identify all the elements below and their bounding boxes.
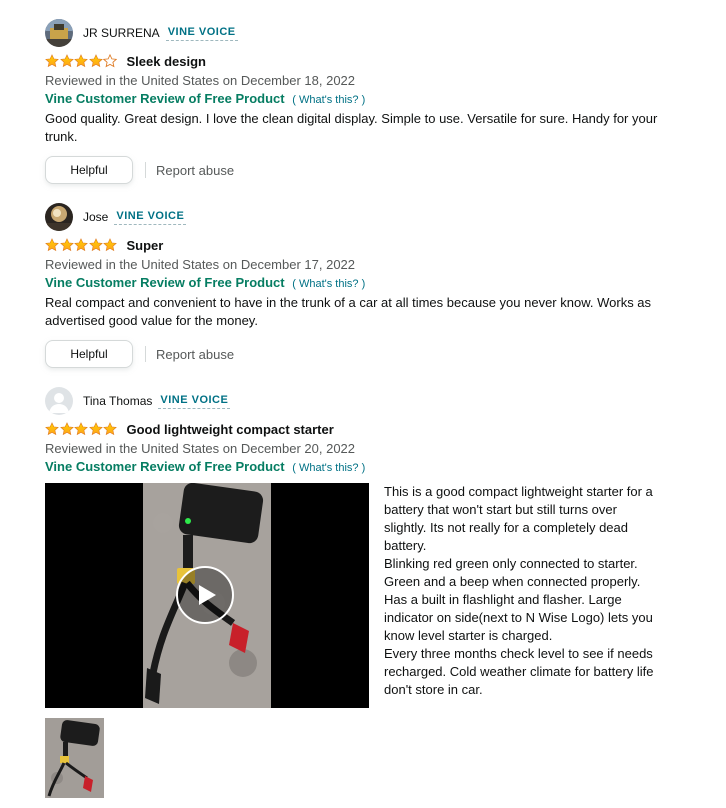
review-body: Good quality. Great design. I love the c…: [45, 111, 658, 144]
star-icon: [60, 422, 74, 436]
vine-voice-badge[interactable]: VINE VOICE: [114, 209, 187, 225]
play-icon[interactable]: [175, 565, 235, 625]
star-icon: [89, 422, 103, 436]
reviewer-profile[interactable]: JR SURRENA VINE VOICE: [45, 19, 685, 47]
review-video[interactable]: [45, 483, 369, 708]
star-icon: [45, 54, 59, 68]
avatar[interactable]: [45, 19, 73, 47]
review-1: JR SURRENA VINE VOICE Sleek design Revie…: [45, 19, 685, 184]
star-icon: [89, 54, 103, 68]
vine-review-label: Vine Customer Review of Free Product: [45, 459, 285, 474]
profile-name[interactable]: JR SURRENA: [83, 26, 160, 40]
review-2: Jose VINE VOICE Super Reviewed in the Un…: [45, 203, 685, 368]
vine-voice-badge[interactable]: VINE VOICE: [158, 393, 231, 409]
vine-voice-badge[interactable]: VINE VOICE: [165, 25, 238, 41]
review-paragraph: Blinking red green only connected to sta…: [384, 556, 653, 643]
review-3: Tina Thomas VINE VOICE Good lightweight …: [45, 387, 685, 708]
profile-name[interactable]: Tina Thomas: [83, 394, 152, 408]
star-icon: [60, 54, 74, 68]
star-icon: [89, 238, 103, 252]
whats-this-link[interactable]: ( What's this? ): [292, 278, 365, 290]
star-icon: [103, 422, 117, 436]
review-date: Reviewed in the United States on Decembe…: [45, 73, 356, 88]
helpful-button[interactable]: Helpful: [45, 340, 133, 368]
helpful-button[interactable]: Helpful: [45, 156, 133, 184]
review-title[interactable]: Good lightweight compact starter: [127, 422, 334, 437]
report-abuse-link[interactable]: Report abuse: [156, 347, 234, 362]
star-icon: [74, 238, 88, 252]
review-title[interactable]: Super: [127, 238, 164, 253]
divider: [145, 162, 146, 178]
whats-this-link[interactable]: ( What's this? ): [292, 94, 365, 106]
star-rating[interactable]: [45, 422, 118, 436]
review-body: Real compact and convenient to have in t…: [45, 295, 652, 328]
review-date: Reviewed in the United States on Decembe…: [45, 257, 356, 272]
vine-review-label: Vine Customer Review of Free Product: [45, 275, 285, 290]
star-icon: [74, 422, 88, 436]
review-paragraph: This is a good compact lightweight start…: [384, 484, 653, 553]
empty-star-icon: [103, 54, 117, 68]
star-icon: [60, 238, 74, 252]
star-icon: [45, 238, 59, 252]
profile-name[interactable]: Jose: [83, 210, 108, 224]
star-icon: [45, 422, 59, 436]
review-body: This is a good compact lightweight start…: [384, 483, 659, 708]
vine-review-label: Vine Customer Review of Free Product: [45, 91, 285, 106]
star-rating[interactable]: [45, 54, 118, 68]
review-image-thumbnail[interactable]: [45, 718, 104, 798]
avatar[interactable]: [45, 203, 73, 231]
star-rating[interactable]: [45, 238, 118, 252]
review-paragraph: Every three months check level to see if…: [384, 646, 654, 697]
report-abuse-link[interactable]: Report abuse: [156, 163, 234, 178]
reviewer-profile[interactable]: Jose VINE VOICE: [45, 203, 685, 231]
reviewer-profile[interactable]: Tina Thomas VINE VOICE: [45, 387, 685, 415]
star-icon: [74, 54, 88, 68]
whats-this-link[interactable]: ( What's this? ): [292, 462, 365, 474]
avatar[interactable]: [45, 387, 73, 415]
star-icon: [103, 238, 117, 252]
divider: [145, 346, 146, 362]
review-title[interactable]: Sleek design: [127, 54, 206, 69]
review-date: Reviewed in the United States on Decembe…: [45, 441, 356, 456]
